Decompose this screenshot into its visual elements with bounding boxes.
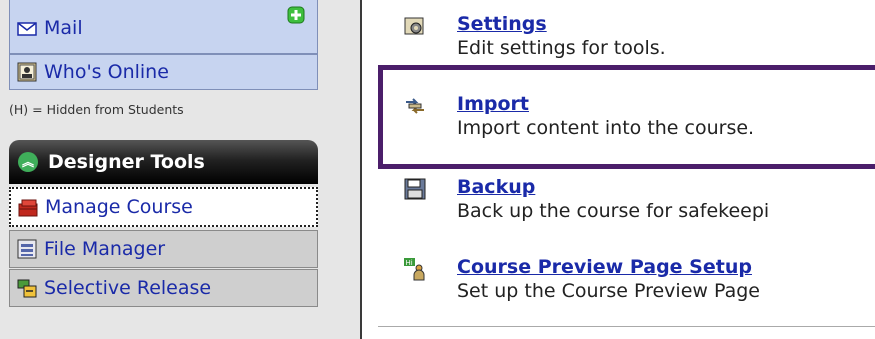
settings-link[interactable]: Settings: [457, 12, 666, 36]
divider: [378, 326, 875, 327]
sidebar-item-label: Manage Course: [45, 196, 193, 218]
tool-row-import: Import Import content into the course.: [403, 92, 754, 140]
designer-tools-title: Designer Tools: [48, 151, 205, 173]
envelope-icon: [16, 17, 38, 39]
sidebar-item-label: Selective Release: [44, 277, 212, 299]
tool-row-course-preview: Hi Course Preview Page Setup Set up the …: [403, 255, 760, 303]
course-preview-setup-link[interactable]: Course Preview Page Setup: [457, 255, 760, 279]
import-link[interactable]: Import: [457, 92, 754, 116]
sidebar-item-manage-course[interactable]: Manage Course: [9, 187, 318, 227]
hidden-from-students-note: (H) = Hidden from Students: [9, 102, 184, 117]
new-mail-plus-icon: [287, 6, 305, 24]
course-sidebar: Mail Who's Online (H) = Hidden from Stud…: [0, 0, 362, 339]
svg-text:Hi: Hi: [406, 259, 413, 267]
import-description: Import content into the course.: [457, 117, 755, 139]
course-preview-description: Set up the Course Preview Page: [457, 280, 760, 302]
backup-link[interactable]: Backup: [457, 175, 769, 199]
settings-gear-icon: [403, 14, 427, 38]
tool-row-backup: Backup Back up the course for safekeepi: [403, 175, 769, 223]
sidebar-item-label: Who's Online: [44, 61, 169, 83]
sidebar-item-mail[interactable]: Mail: [9, 0, 318, 54]
sidebar-item-label: File Manager: [44, 238, 166, 260]
preview-page-icon: Hi: [403, 257, 427, 281]
sidebar-item-whos-online[interactable]: Who's Online: [9, 54, 318, 90]
import-arrows-icon: [403, 94, 427, 118]
selective-release-icon: [16, 277, 38, 299]
sidebar-item-label: Mail: [44, 17, 83, 39]
sidebar-item-file-manager[interactable]: File Manager: [9, 230, 318, 268]
designer-tools-header[interactable]: ︽ Designer Tools: [9, 140, 318, 184]
toolbox-icon: [17, 196, 39, 218]
floppy-disk-icon: [403, 177, 427, 201]
online-users-icon: [16, 61, 38, 83]
file-manager-icon: [16, 238, 38, 260]
collapse-chevron-icon[interactable]: ︽: [18, 152, 38, 172]
sidebar-item-selective-release[interactable]: Selective Release: [9, 269, 318, 307]
tool-row-settings: Settings Edit settings for tools.: [403, 12, 666, 60]
settings-description: Edit settings for tools.: [457, 37, 666, 59]
backup-description: Back up the course for safekeepi: [457, 200, 770, 222]
